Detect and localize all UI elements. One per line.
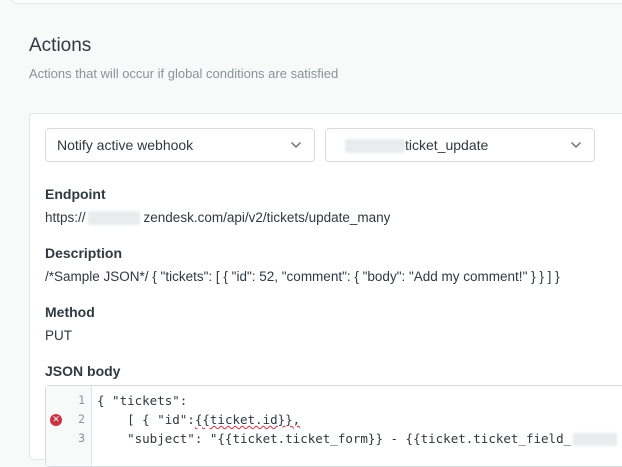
endpoint-label: Endpoint (45, 186, 106, 202)
code-error-segment: {{ticket.id}}, (194, 412, 301, 427)
webhook-value-suffix: ticket_update (405, 136, 489, 153)
endpoint-value: https:// zendesk.com/api/v2/tickets/updat… (45, 210, 391, 226)
code-line: 1 { "tickets": (46, 391, 622, 410)
chevron-down-icon (571, 142, 581, 148)
description-value: /*Sample JSON*/ { "tickets": [ { "id": 5… (45, 269, 560, 284)
section-subtitle: Actions that will occur if global condit… (29, 66, 339, 81)
previous-section-card (12, 0, 622, 4)
webhook-value: ticket_update (326, 136, 570, 154)
webhook-select[interactable]: ticket_update (325, 128, 595, 162)
method-label: Method (45, 304, 95, 320)
method-value: PUT (45, 328, 72, 343)
code-line: ✕ 2 [ { "id":{{ticket.id}}, (46, 410, 622, 429)
code-text: { "tickets": (97, 393, 188, 408)
section-title: Actions (29, 35, 92, 56)
redacted-text (345, 139, 405, 154)
code-text: "subject": "{{ticket.ticket_form}} - {{t… (97, 429, 618, 448)
code-segment: "subject": "{{ticket.ticket_form}} - {{t… (97, 431, 572, 446)
redacted-text (573, 433, 618, 446)
code-line: 3 "subject": "{{ticket.ticket_form}} - {… (46, 429, 622, 448)
error-icon[interactable]: ✕ (50, 414, 62, 426)
chevron-down-icon (291, 142, 301, 148)
code-segment: [ { "id": (97, 412, 195, 427)
endpoint-prefix: https:// (45, 210, 86, 225)
endpoint-suffix: zendesk.com/api/v2/tickets/update_many (143, 210, 391, 225)
action-type-select[interactable]: Notify active webhook (45, 128, 315, 162)
description-label: Description (45, 245, 123, 261)
line-number: 3 (78, 431, 85, 445)
action-type-value: Notify active webhook (57, 137, 194, 153)
line-number: 1 (78, 393, 85, 407)
code-text: [ { "id":{{ticket.id}}, (97, 410, 300, 429)
json-body-editor[interactable]: 1 { "tickets": ✕ 2 [ { "id":{{ticket.id}… (45, 385, 622, 467)
json-body-label: JSON body (45, 363, 121, 379)
redacted-text (87, 211, 140, 226)
line-number: 2 (78, 412, 85, 426)
